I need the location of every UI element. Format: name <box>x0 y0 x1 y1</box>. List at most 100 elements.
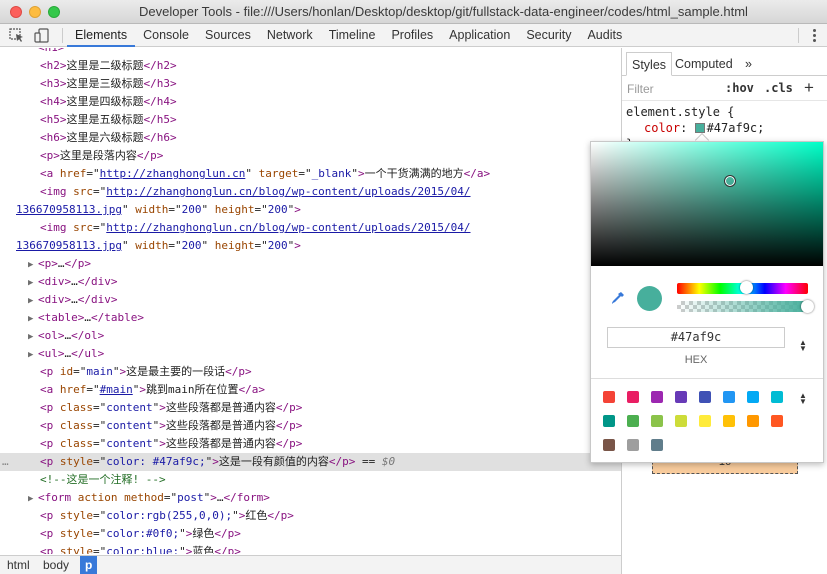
saturation-area[interactable] <box>591 142 823 266</box>
tab-sources[interactable]: Sources <box>197 24 259 47</box>
tab-elements[interactable]: Elements <box>67 24 136 47</box>
dom-node-line[interactable]: ▶ <div>…</div> <box>0 273 621 291</box>
breadcrumb-html[interactable]: html <box>2 556 35 574</box>
hex-input[interactable]: #47af9c <box>607 327 785 348</box>
dom-node-line[interactable]: <h2>这里是二级标题</h2> <box>0 57 621 75</box>
tab-security[interactable]: Security <box>518 24 579 47</box>
dom-token-tag: <h6> <box>40 131 67 144</box>
dom-token-attr: height <box>214 239 255 252</box>
palette-swatch[interactable] <box>723 415 735 427</box>
dom-node-line[interactable]: <p style="color:rgb(255,0,0);">红色</p> <box>0 507 621 525</box>
palette-swatch[interactable] <box>627 439 639 451</box>
palette-swatch[interactable] <box>747 391 759 403</box>
saturation-cursor[interactable] <box>724 175 736 187</box>
breadcrumb-p[interactable]: p <box>80 556 98 574</box>
dom-node-line[interactable]: ▶ <form action method="post">…</form> <box>0 489 621 507</box>
class-toggle[interactable]: .cls <box>764 81 793 95</box>
tab-console[interactable]: Console <box>135 24 197 47</box>
alpha-slider[interactable] <box>677 301 808 312</box>
expand-arrow-icon[interactable]: ▶ <box>28 310 38 328</box>
format-toggle-icon[interactable]: ▲ ▼ <box>799 339 807 353</box>
palette-swatch[interactable] <box>651 439 663 451</box>
dom-node-line[interactable]: <p style="color:#0f0;">绿色</p> <box>0 525 621 543</box>
palette-swatch[interactable] <box>699 415 711 427</box>
dom-token-link[interactable]: http://zhanghonglun.cn/blog/wp-content/u… <box>106 185 470 198</box>
tab-styles[interactable]: Styles <box>626 52 673 76</box>
dom-token-attr: style <box>59 509 93 522</box>
style-declaration[interactable]: color: #47af9c; <box>644 121 764 135</box>
inspect-element-icon[interactable] <box>9 28 25 43</box>
palette-swatch[interactable] <box>627 391 639 403</box>
expand-arrow-icon[interactable]: ▶ <box>28 292 38 310</box>
palette-swatch[interactable] <box>603 415 615 427</box>
dom-node-line[interactable]: ▶ <ol>…</ol> <box>0 327 621 345</box>
dom-node-line[interactable]: <!--这是一个注释! --> <box>0 471 621 489</box>
color-swatch[interactable] <box>694 123 705 133</box>
dom-node-line[interactable]: <p>这里是段落内容</p> <box>0 147 621 165</box>
dom-token-link[interactable]: http://zhanghonglun.cn/blog/wp-content/u… <box>106 221 470 234</box>
dom-node-line[interactable]: <p style="color:blue;">蓝色</p> <box>0 543 621 554</box>
new-rule-icon[interactable]: + <box>804 78 814 98</box>
palette-swatch[interactable] <box>675 415 687 427</box>
dom-token-link[interactable]: http://zhanghonglun.cn <box>100 167 246 180</box>
dom-node-line[interactable]: <h4>这里是四级标题</h4> <box>0 93 621 111</box>
dom-node-line[interactable]: 136670958113.jpg" width="200" height="20… <box>0 237 621 255</box>
tab-timeline[interactable]: Timeline <box>321 24 384 47</box>
palette-swatch[interactable] <box>627 415 639 427</box>
dom-node-line[interactable]: ▶ <ul>…</ul> <box>0 345 621 363</box>
palette-swatch[interactable] <box>723 391 735 403</box>
eyedropper-icon[interactable] <box>610 290 626 306</box>
dom-token-link[interactable]: #main <box>100 383 133 396</box>
tab-audits[interactable]: Audits <box>579 24 630 47</box>
dom-node-line[interactable]: <h5>这里是五级标题</h5> <box>0 111 621 129</box>
dom-node-line[interactable]: 136670958113.jpg" width="200" height="20… <box>0 201 621 219</box>
dom-node-line[interactable]: <h3>这里是三级标题</h3> <box>0 75 621 93</box>
palette-swatch[interactable] <box>651 391 663 403</box>
dom-node-line[interactable]: <p class="content">这些段落都是普通内容</p> <box>0 399 621 417</box>
dom-node-line[interactable]: … <p style="color: #47af9c;">这是一段有颜值的内容</… <box>0 453 621 471</box>
style-property[interactable]: color <box>644 121 680 135</box>
more-options-icon[interactable] <box>813 28 817 43</box>
expand-arrow-icon[interactable]: ▶ <box>28 490 38 508</box>
palette-swatch[interactable] <box>675 391 687 403</box>
dom-node-line[interactable]: <a href="http://zhanghonglun.cn" target=… <box>0 165 621 183</box>
tab-application[interactable]: Application <box>441 24 518 47</box>
hover-state-toggle[interactable]: :hov <box>725 81 754 95</box>
dom-node-line[interactable]: <img src="http://zhanghonglun.cn/blog/wp… <box>0 183 621 201</box>
device-mode-icon[interactable] <box>34 28 50 43</box>
dom-node-line[interactable]: <h6>这里是六级标题</h6> <box>0 129 621 147</box>
alpha-slider-handle[interactable] <box>801 300 814 313</box>
palette-swatch[interactable] <box>771 391 783 403</box>
dom-node-line[interactable]: <p class="content">这些段落都是普通内容</p> <box>0 435 621 453</box>
palette-swatch[interactable] <box>651 415 663 427</box>
dom-node-line[interactable]: <p id="main">这是最主要的一段话</p> <box>0 363 621 381</box>
palette-toggle-icon[interactable]: ▲ ▼ <box>799 392 807 406</box>
palette-swatch[interactable] <box>603 391 615 403</box>
tab-computed[interactable]: Computed <box>670 52 738 76</box>
node-actions-icon[interactable]: … <box>2 453 9 471</box>
expand-arrow-icon[interactable]: ▶ <box>28 328 38 346</box>
palette-swatch[interactable] <box>747 415 759 427</box>
tab-network[interactable]: Network <box>259 24 321 47</box>
more-tabs-icon[interactable]: » <box>740 52 757 76</box>
dom-node-line[interactable]: <p class="content">这些段落都是普通内容</p> <box>0 417 621 435</box>
filter-input[interactable]: Filter <box>627 82 654 96</box>
expand-arrow-icon[interactable]: ▶ <box>28 274 38 292</box>
palette-swatch[interactable] <box>771 415 783 427</box>
dom-token-link[interactable]: 136670958113.jpg <box>16 203 122 216</box>
dom-node-line[interactable]: ▶ <div>…</div> <box>0 291 621 309</box>
dom-node-line[interactable]: <img src="http://zhanghonglun.cn/blog/wp… <box>0 219 621 237</box>
expand-arrow-icon[interactable]: ▶ <box>28 256 38 274</box>
expand-arrow-icon[interactable]: ▶ <box>28 346 38 364</box>
hue-slider-handle[interactable] <box>740 281 753 294</box>
style-value[interactable]: #47af9c; <box>707 121 765 135</box>
tab-profiles[interactable]: Profiles <box>383 24 441 47</box>
palette-swatch[interactable] <box>699 391 711 403</box>
dom-node-line[interactable]: ▶ <table>…</table> <box>0 309 621 327</box>
dom-node-line[interactable]: ▶ <p>…</p> <box>0 255 621 273</box>
dom-node-line[interactable]: <a href="#main">跳到main所在位置</a> <box>0 381 621 399</box>
palette-swatch[interactable] <box>603 439 615 451</box>
dom-token-link[interactable]: 136670958113.jpg <box>16 239 122 252</box>
dom-token-txt: 红色 <box>245 509 268 522</box>
breadcrumb-body[interactable]: body <box>38 556 74 574</box>
